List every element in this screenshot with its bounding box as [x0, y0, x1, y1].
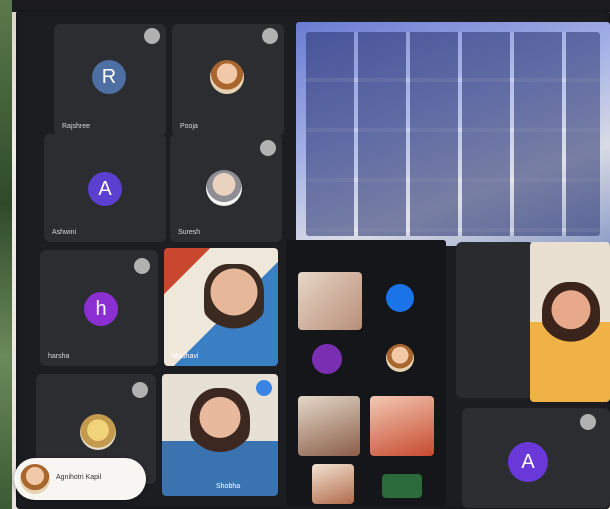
participant-tile[interactable]: Pooja: [172, 24, 284, 136]
mic-off-icon[interactable]: [132, 382, 148, 398]
avatar: h: [84, 292, 118, 326]
avatar: A: [508, 442, 548, 482]
participant-tile[interactable]: [456, 242, 534, 398]
avatar: [210, 60, 244, 94]
participant-name: Suresh: [178, 229, 201, 236]
participant-name: Pooja: [180, 123, 198, 130]
participant-video: [190, 388, 250, 458]
mic-off-icon[interactable]: [260, 140, 276, 156]
avatar: R: [92, 60, 126, 94]
gallery-thumbnails: [306, 32, 600, 236]
speaking-icon: [256, 380, 272, 396]
participant-tile[interactable]: h harsha: [40, 250, 158, 366]
background-plant: [0, 0, 12, 509]
participant-name: harsha: [48, 353, 70, 360]
video-tile[interactable]: [312, 464, 354, 504]
mic-off-icon[interactable]: [144, 28, 160, 44]
participant-name: Madhavi: [172, 353, 199, 360]
mic-off-icon[interactable]: [134, 258, 150, 274]
mic-off-icon[interactable]: [262, 28, 278, 44]
avatar: [312, 344, 342, 374]
video-tile[interactable]: Madhavi: [164, 248, 278, 366]
participant-tile[interactable]: A: [462, 408, 610, 508]
participant-video: [204, 264, 264, 334]
avatar: [386, 284, 414, 312]
video-tile[interactable]: [298, 396, 360, 456]
meeting-screen: R Rajshree Pooja A Ashwini Suresh h hars…: [16, 10, 610, 509]
participant-name: Ashwini: [52, 229, 77, 236]
participant-tile[interactable]: A Ashwini: [44, 134, 166, 242]
avatar: [20, 464, 50, 494]
phone-gallery: [286, 240, 446, 506]
shared-screen-gallery: [296, 22, 610, 246]
mic-off-icon[interactable]: [580, 414, 596, 430]
avatar: A: [88, 172, 122, 206]
video-tile[interactable]: [298, 272, 362, 330]
participant-tile[interactable]: R Rajshree: [54, 24, 166, 136]
participant-chip[interactable]: Agnihotri Kapil: [14, 458, 146, 500]
video-tile[interactable]: Shobha: [162, 374, 278, 496]
avatar: [206, 170, 242, 206]
participant-name: Rajshree: [62, 123, 91, 130]
video-tile[interactable]: [370, 396, 434, 456]
video-tile[interactable]: [382, 474, 422, 498]
chip-label: Agnihotri Kapil: [56, 474, 102, 481]
avatar: [80, 414, 116, 450]
participant-name: Shobha: [216, 483, 241, 490]
video-tile[interactable]: [530, 242, 610, 402]
participant-video: [542, 282, 600, 348]
avatar: [386, 344, 414, 372]
participant-tile[interactable]: Suresh: [170, 134, 282, 242]
